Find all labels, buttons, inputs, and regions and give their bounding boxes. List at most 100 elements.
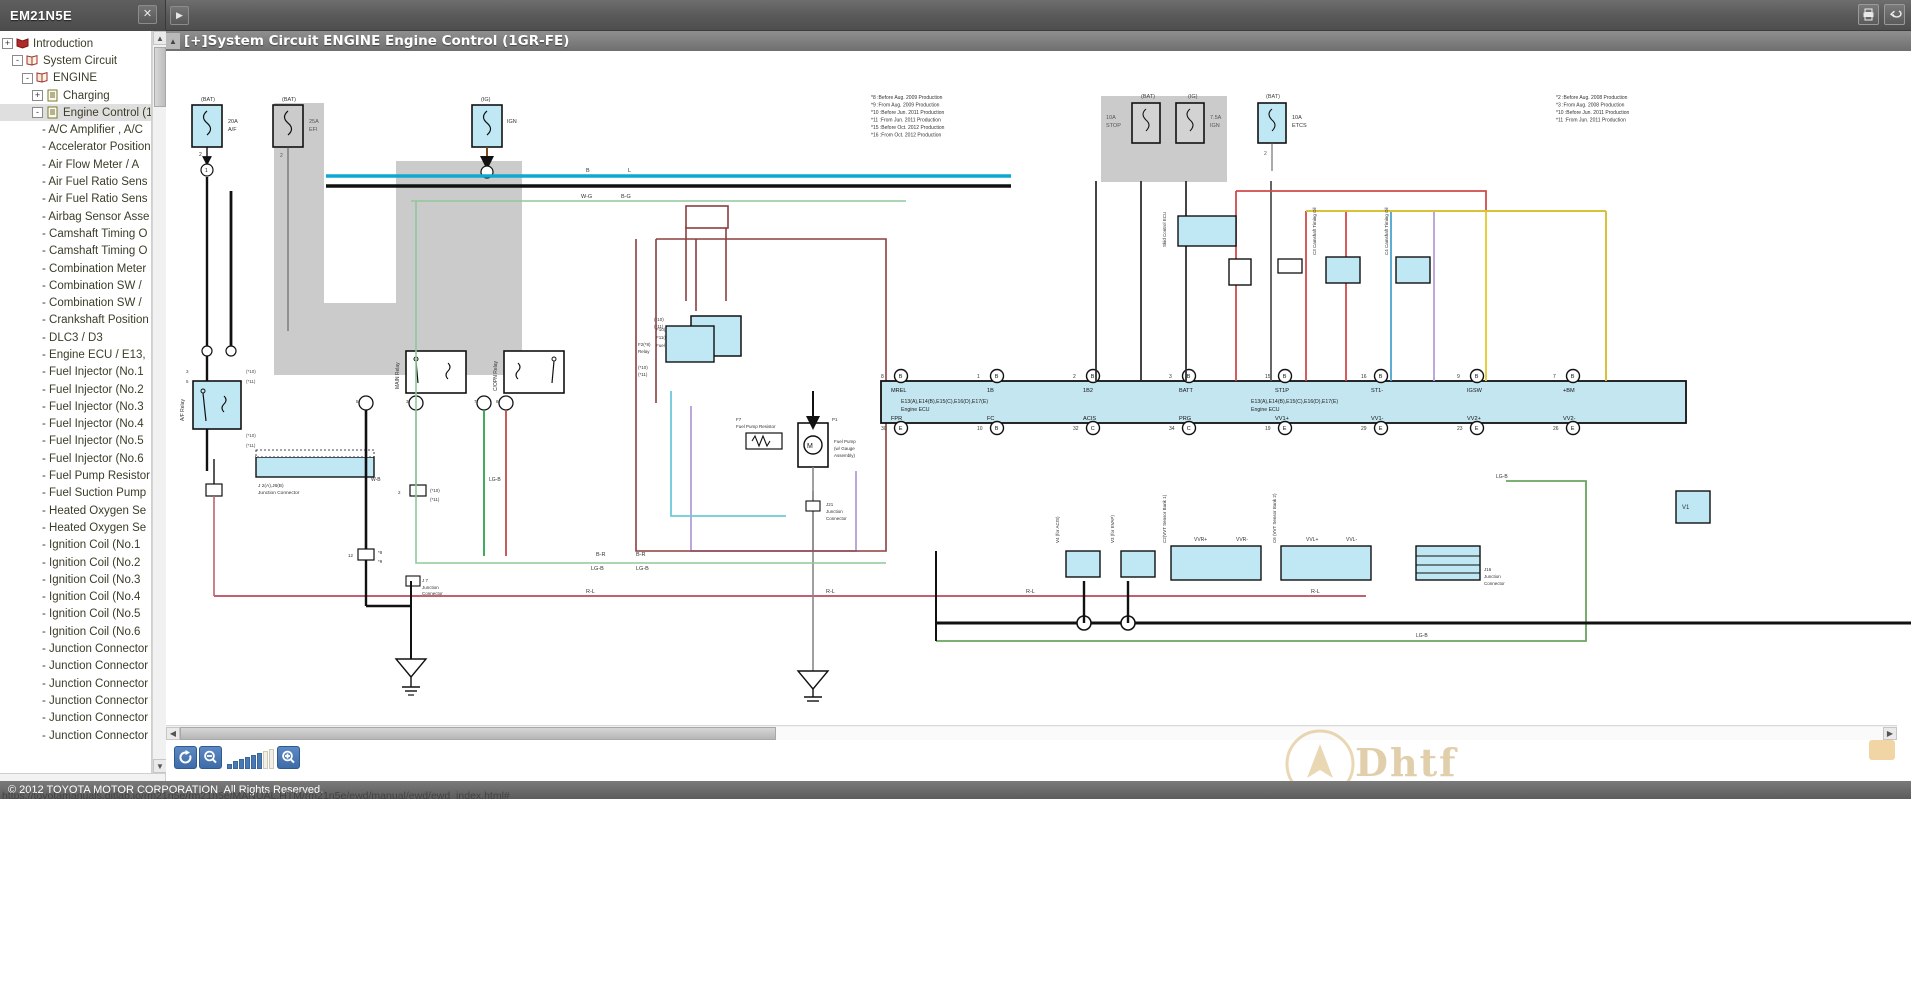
zoom-level-bar-2[interactable] <box>233 761 238 769</box>
zoom-level-bar-8[interactable] <box>269 748 274 769</box>
sidebar-vertical-scrollbar[interactable]: ▲ ▼ <box>152 31 167 773</box>
svg-text:B-G: B-G <box>621 194 631 200</box>
expand-panel-button[interactable]: ▶ <box>170 6 189 25</box>
sidebar-scroll-thumb[interactable] <box>154 47 166 107</box>
zoom-level-bar-3[interactable] <box>239 759 244 769</box>
sidebar-item-label: - A/C Amplifier , A/C <box>42 124 143 137</box>
sidebar-item-16[interactable]: - Crankshaft Position <box>0 312 151 329</box>
sidebar-item-39[interactable]: - Junction Connector <box>0 710 151 727</box>
close-button[interactable]: ✕ <box>138 5 157 24</box>
ecu-pin-number: 3 <box>1169 374 1172 380</box>
print-icon[interactable] <box>1858 4 1879 25</box>
sidebar-item-36[interactable]: - Junction Connector <box>0 658 151 675</box>
svg-text:VVR+: VVR+ <box>1194 537 1207 543</box>
svg-text:W-B: W-B <box>371 477 381 483</box>
sidebar-item-13[interactable]: - Combination Meter <box>0 260 151 277</box>
sidebar-item-31[interactable]: - Ignition Coil (No.3 <box>0 571 151 588</box>
ecu-pin-label: ST1- <box>1371 388 1383 394</box>
sidebar-item-20[interactable]: - Fuel Injector (No.2 <box>0 381 151 398</box>
navigation-sidebar[interactable]: + Introduction - System Circuit - ENGINE + Char… <box>0 31 152 773</box>
sidebar-item-29[interactable]: - Ignition Coil (No.1 <box>0 537 151 554</box>
zoom-level-bar-1[interactable] <box>227 763 232 769</box>
expand-icon[interactable]: + <box>32 90 43 102</box>
sidebar-item-14[interactable]: - Combination SW / <box>0 277 151 294</box>
doc-scroll-up-icon[interactable]: ▲ <box>166 33 180 49</box>
navigation-tree[interactable]: + Introduction - System Circuit - ENGINE + Char… <box>0 31 151 744</box>
sidebar-item-8[interactable]: - Air Fuel Ratio Sens <box>0 173 151 190</box>
sidebar-item-0[interactable]: + Introduction <box>0 35 151 52</box>
hscroll-left-button[interactable]: ◀ <box>166 726 180 740</box>
hscroll-thumb[interactable] <box>180 726 776 740</box>
ecu-pin-label: +BM <box>1563 388 1575 394</box>
zoom-out-icon[interactable] <box>199 746 222 769</box>
sidebar-item-33[interactable]: - Ignition Coil (No.5 <box>0 606 151 623</box>
sidebar-item-12[interactable]: - Camshaft Timing O <box>0 243 151 260</box>
sidebar-item-35[interactable]: - Junction Connector <box>0 640 151 657</box>
zoom-level-bar-6[interactable] <box>257 753 262 769</box>
sidebar-item-24[interactable]: - Fuel Injector (No.6 <box>0 450 151 467</box>
sidebar-item-30[interactable]: - Ignition Coil (No.2 <box>0 554 151 571</box>
sidebar-item-2[interactable]: - ENGINE <box>0 70 151 87</box>
sidebar-scroll-up-button[interactable]: ▲ <box>153 31 167 45</box>
zoom-level-bar-7[interactable] <box>263 750 268 769</box>
document-header: ▲ [+]System Circuit ENGINE Engine Contro… <box>166 31 1911 51</box>
svg-text:LG-B: LG-B <box>636 566 649 572</box>
hscroll-right-button[interactable]: ▶ <box>1883 726 1897 740</box>
back-arrow-icon[interactable] <box>1884 4 1905 25</box>
sidebar-item-10[interactable]: - Airbag Sensor Asse <box>0 208 151 225</box>
hscroll-track[interactable] <box>180 726 1883 740</box>
sidebar-item-32[interactable]: - Ignition Coil (No.4 <box>0 589 151 606</box>
sidebar-item-6[interactable]: - Accelerator Position <box>0 139 151 156</box>
sidebar-item-3[interactable]: + Charging <box>0 87 151 104</box>
collapse-icon[interactable]: - <box>12 55 23 67</box>
svg-text:MAIN Relay: MAIN Relay <box>395 362 401 389</box>
sidebar-item-19[interactable]: - Fuel Injector (No.1 <box>0 364 151 381</box>
sidebar-item-9[interactable]: - Air Fuel Ratio Sens <box>0 191 151 208</box>
sidebar-item-23[interactable]: - Fuel Injector (No.5 <box>0 433 151 450</box>
sidebar-scroll-down-button[interactable]: ▼ <box>153 759 167 773</box>
svg-text:10A: 10A <box>1292 115 1302 121</box>
sidebar-item-11[interactable]: - Camshaft Timing O <box>0 225 151 242</box>
diagram-canvas[interactable]: (BAT) 20A A/F 2 1 (BAT) 25A EFI 2 (IG) I… <box>166 51 1911 751</box>
sidebar-item-27[interactable]: - Heated Oxygen Se <box>0 502 151 519</box>
sidebar-item-4[interactable]: - Engine Control (1 <box>0 104 151 122</box>
svg-text:C/OPN Relay: C/OPN Relay <box>493 360 499 391</box>
sidebar-item-38[interactable]: - Junction Connector <box>0 692 151 709</box>
sidebar-item-1[interactable]: - System Circuit <box>0 52 151 69</box>
zoom-in-icon[interactable] <box>277 746 300 769</box>
sidebar-item-label: Engine Control (1 <box>63 106 151 119</box>
collapse-icon[interactable]: - <box>22 72 33 84</box>
sidebar-item-25[interactable]: - Fuel Pump Resistor <box>0 467 151 484</box>
sidebar-item-26[interactable]: - Fuel Suction Pump <box>0 485 151 502</box>
sidebar-item-18[interactable]: - Engine ECU / E13, <box>0 346 151 363</box>
sidebar-item-7[interactable]: - Air Flow Meter / A <box>0 156 151 173</box>
sidebar-item-21[interactable]: - Fuel Injector (No.3 <box>0 398 151 415</box>
ecu-pin-number: 23 <box>1457 426 1463 432</box>
ecu-pin-code: B <box>1475 374 1479 380</box>
sidebar-item-5[interactable]: - A/C Amplifier , A/C <box>0 121 151 138</box>
zoom-level-bar-5[interactable] <box>251 755 256 769</box>
page-icon <box>46 106 59 120</box>
collapse-icon[interactable]: - <box>32 107 43 119</box>
sidebar-item-28[interactable]: - Heated Oxygen Se <box>0 519 151 536</box>
zoom-level-slider[interactable] <box>227 747 274 769</box>
ecu-pin-number: 1 <box>977 374 980 380</box>
svg-text:L: L <box>628 168 631 174</box>
sidebar-item-22[interactable]: - Fuel Injector (No.4 <box>0 416 151 433</box>
sidebar-item-34[interactable]: - Ignition Coil (No.6 <box>0 623 151 640</box>
sidebar-item-37[interactable]: - Junction Connector <box>0 675 151 692</box>
sidebar-item-40[interactable]: - Junction Connector <box>0 727 151 744</box>
refresh-icon[interactable] <box>174 746 197 769</box>
diagram-horizontal-scrollbar[interactable]: ◀ ▶ <box>166 725 1897 740</box>
svg-text:F7: F7 <box>736 417 742 422</box>
ecu-pin-label: 1B2 <box>1083 388 1093 394</box>
sidebar-item-15[interactable]: - Combination SW / <box>0 294 151 311</box>
expand-icon[interactable]: + <box>2 38 13 50</box>
sidebar-item-label: - DLC3 / D3 <box>42 331 103 344</box>
zoom-level-bar-4[interactable] <box>245 757 250 769</box>
production-note: *10 :Before Jun. 2011 Production <box>1556 110 1630 116</box>
svg-text:V3 (for EVAP): V3 (for EVAP) <box>1110 515 1115 543</box>
production-note: *15 :Before Oct. 2012 Production <box>871 125 945 131</box>
sidebar-item-17[interactable]: - DLC3 / D3 <box>0 329 151 346</box>
ecu-pin-code: B <box>1571 374 1575 380</box>
